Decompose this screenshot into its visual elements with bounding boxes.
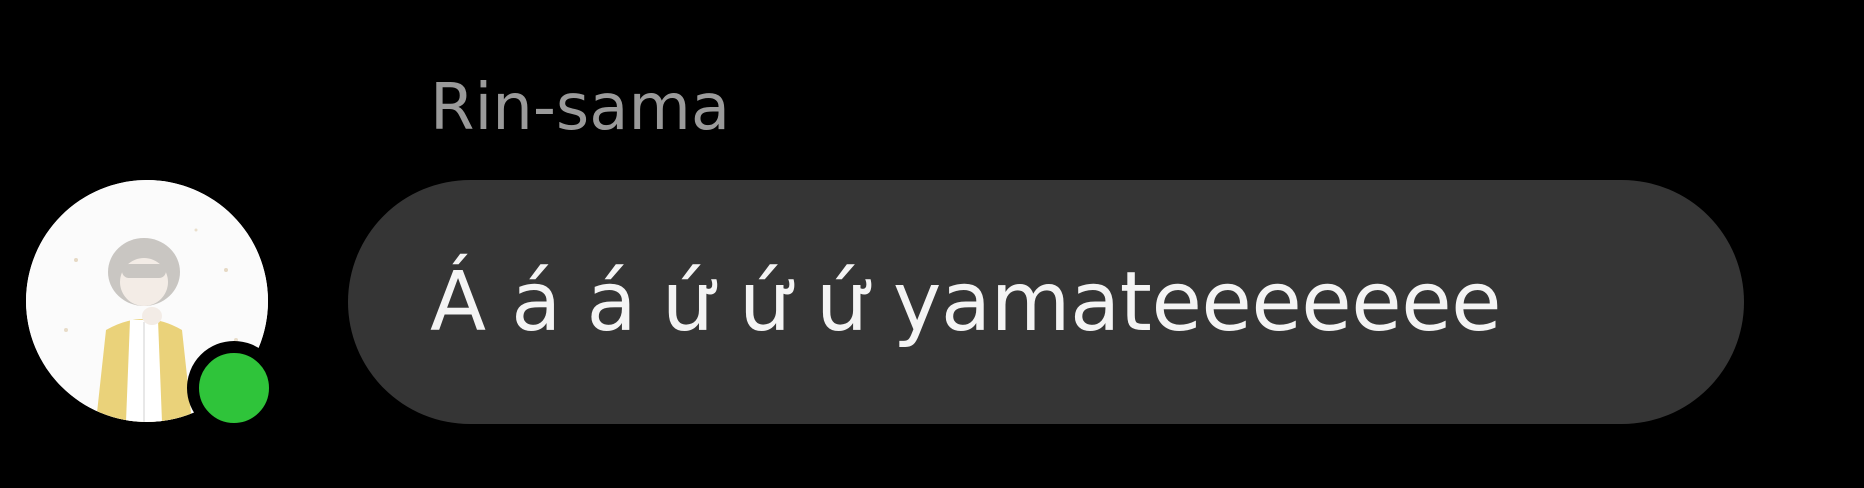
message-bubble[interactable]: Á á á ứ ứ ứ yamateeeeeee xyxy=(348,180,1744,424)
avatar-container[interactable] xyxy=(26,180,281,435)
message-text: Á á á ứ ứ ứ yamateeeeeee xyxy=(430,254,1502,350)
sender-name[interactable]: Rin-sama xyxy=(430,70,730,146)
online-status-dot xyxy=(187,341,281,435)
